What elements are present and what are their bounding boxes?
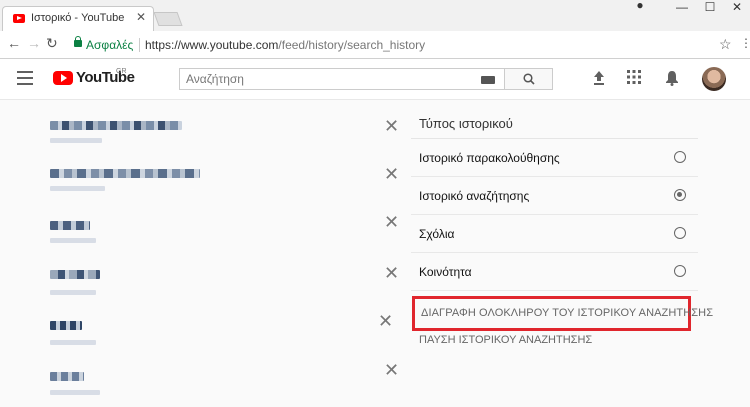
remove-item-icon[interactable]: ✕ — [378, 312, 393, 330]
remove-item-icon[interactable]: ✕ — [384, 213, 399, 231]
option-search-history[interactable]: Ιστορικό αναζήτησης — [411, 177, 698, 215]
secure-label: Ασφαλές — [86, 38, 134, 52]
radio-button-selected[interactable] — [674, 189, 686, 201]
youtube-favicon-icon — [13, 14, 25, 23]
address-bar[interactable]: Ασφαλές https://www.youtube.com/feed/his… — [65, 34, 737, 55]
history-item-text — [50, 169, 200, 178]
radio-button[interactable] — [674, 265, 686, 277]
tab-close-icon[interactable]: ✕ — [136, 10, 146, 24]
history-item-text — [50, 321, 82, 330]
new-tab-button[interactable] — [153, 12, 183, 26]
lock-icon — [74, 36, 82, 47]
country-code: GR — [116, 68, 127, 75]
url-host: https://www.youtube.com — [145, 38, 279, 52]
browser-tab[interactable]: Ιστορικό - YouTube ✕ — [2, 6, 154, 31]
browser-menu-icon[interactable]: ⋮ — [740, 36, 750, 50]
url-text[interactable]: https://www.youtube.com/feed/history/sea… — [145, 38, 425, 52]
youtube-logo-icon[interactable] — [53, 71, 73, 85]
guide-menu-icon[interactable] — [17, 71, 33, 85]
bookmark-star-icon[interactable]: ☆ — [719, 36, 732, 53]
browser-toolbar: ← → ↻ Ασφαλές https://www.youtube.com/fe… — [0, 31, 750, 59]
history-item-sub — [50, 390, 100, 395]
forward-arrow-icon[interactable]: → — [27, 35, 41, 51]
history-item-text — [50, 221, 90, 230]
search-button[interactable] — [505, 68, 553, 90]
account-avatar[interactable] — [702, 67, 726, 91]
notifications-bell-icon[interactable] — [665, 70, 679, 86]
option-watch-history[interactable]: Ιστορικό παρακολούθησης — [411, 139, 698, 177]
option-label: Ιστορικό παρακολούθησης — [419, 151, 560, 165]
option-label: Σχόλια — [419, 227, 455, 241]
history-item-text — [50, 270, 100, 279]
youtube-header: YouTube GR — [0, 59, 750, 100]
remove-item-icon[interactable]: ✕ — [384, 117, 399, 135]
remove-item-icon[interactable]: ✕ — [384, 165, 399, 183]
apps-grid-icon[interactable] — [627, 70, 641, 84]
close-window-button[interactable]: ✕ — [727, 0, 747, 14]
option-label: Ιστορικό αναζήτησης — [419, 189, 530, 203]
history-item-sub — [50, 290, 96, 295]
option-community[interactable]: Κοινότητα — [411, 253, 698, 291]
radio-button[interactable] — [674, 151, 686, 163]
tab-title: Ιστορικό - YouTube — [31, 12, 125, 24]
option-label: Κοινότητα — [419, 265, 472, 279]
browser-tabstrip: Ιστορικό - YouTube ✕ ● — ☐ ✕ — [0, 0, 750, 31]
url-separator — [139, 38, 140, 52]
search-box — [179, 68, 505, 90]
search-input[interactable] — [186, 72, 466, 86]
keyboard-icon[interactable] — [481, 76, 495, 84]
clear-all-search-history-button[interactable]: ΔΙΑΓΡΑΦΗ ΟΛΟΚΛΗΡΟΥ ΤΟΥ ΙΣΤΟΡΙΚΟΥ ΑΝΑΖΗΤΗ… — [412, 296, 713, 331]
minimize-button[interactable]: — — [672, 0, 692, 14]
reload-icon[interactable]: ↻ — [46, 35, 58, 52]
back-arrow-icon[interactable]: ← — [7, 35, 21, 51]
history-item-sub — [50, 138, 102, 143]
remove-item-icon[interactable]: ✕ — [384, 264, 399, 282]
pause-search-history-button[interactable]: ΠΑΥΣΗ ΙΣΤΟΡΙΚΟΥ ΑΝΑΖΗΤΗΣΗΣ — [419, 334, 592, 346]
history-item-sub — [50, 186, 105, 191]
url-path: /feed/history/search_history — [278, 38, 426, 52]
upload-icon[interactable] — [592, 70, 606, 86]
remove-item-icon[interactable]: ✕ — [384, 361, 399, 379]
history-item-text — [50, 372, 84, 381]
search-icon — [523, 73, 535, 85]
history-item-sub — [50, 238, 96, 243]
history-item-sub — [50, 340, 96, 345]
radio-button[interactable] — [674, 227, 686, 239]
panel-title: Τύπος ιστορικού — [419, 116, 513, 131]
clear-all-search-history-label: ΔΙΑΓΡΑΦΗ ΟΛΟΚΛΗΡΟΥ ΤΟΥ ΙΣΤΟΡΙΚΟΥ ΑΝΑΖΗΤΗ… — [421, 307, 714, 319]
maximize-button[interactable]: ☐ — [700, 0, 720, 14]
history-item-text — [50, 121, 182, 130]
profile-icon[interactable]: ● — [630, 0, 650, 12]
option-comments[interactable]: Σχόλια — [411, 215, 698, 253]
